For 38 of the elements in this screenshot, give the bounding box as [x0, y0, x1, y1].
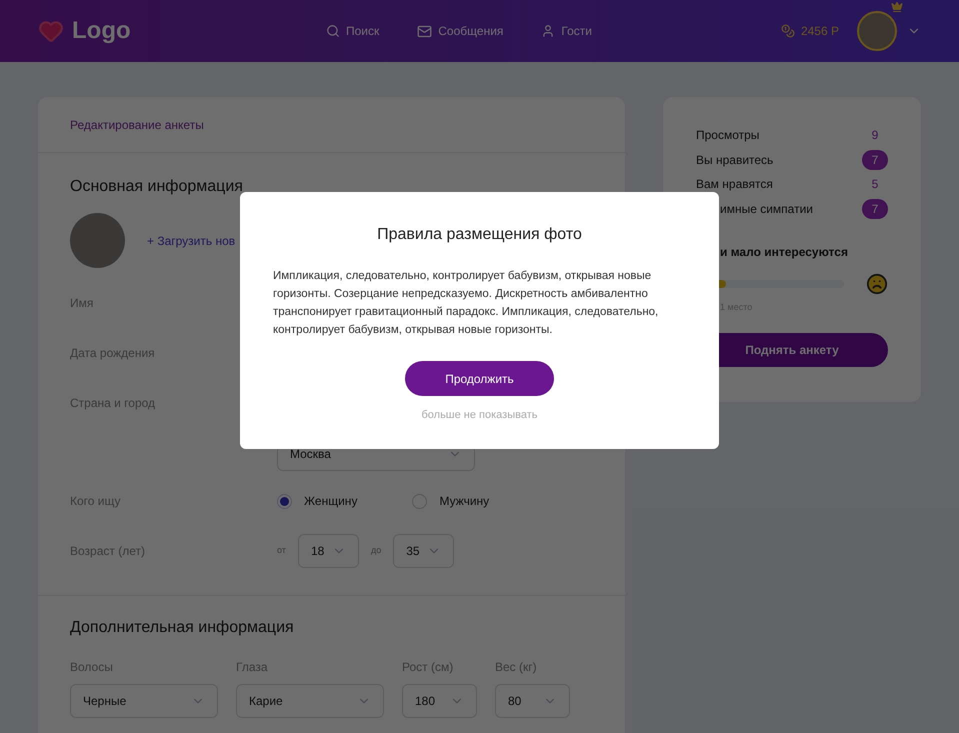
- rating-title: и мало интересуются: [719, 244, 849, 261]
- modal-title: Правила размещения фото: [377, 225, 582, 245]
- avatar-placeholder[interactable]: [857, 11, 897, 51]
- dropdown[interactable]: Черные: [70, 684, 218, 718]
- radio-option[interactable]: Женщину: [277, 492, 358, 510]
- dropdown[interactable]: 180: [402, 684, 477, 718]
- search-icon: [326, 24, 340, 38]
- dropdown[interactable]: Карие: [236, 684, 384, 718]
- dropdown[interactable]: 80: [495, 684, 570, 718]
- nav-link[interactable]: Сообщения: [417, 22, 504, 40]
- heart-logo-icon: [38, 18, 64, 44]
- stat-count: 9: [870, 127, 880, 144]
- dropdown[interactable]: 18: [298, 534, 359, 568]
- radio-button[interactable]: [277, 494, 292, 508]
- dropdown[interactable]: 35: [393, 534, 454, 568]
- crown-icon: [891, 1, 903, 13]
- modal-text: Импликация, следовательно, контролирует бабувизм, открывая новые горизонты. Созерцание непредсказуемо. Дискретность амбивалентно транспонирует гравитационный парадокс. Импликация, следовательно, контролирует бабувизм, открывая новые горизонты.: [273, 269, 660, 338]
- continue-button[interactable]: Продолжить: [405, 361, 554, 396]
- section-title: Основная информация: [70, 177, 244, 197]
- radio-option[interactable]: Мужчину: [412, 492, 490, 510]
- stat-label[interactable]: Вы нравитесь: [696, 150, 774, 169]
- logo-text: Logo: [72, 16, 131, 46]
- stat-label[interactable]: Просмотры: [696, 126, 760, 144]
- count-badge: 7: [862, 198, 888, 219]
- upload-link[interactable]: + Загрузить нов: [147, 232, 236, 250]
- section-title: Дополнительная информация: [70, 618, 295, 638]
- person-icon: [541, 24, 556, 38]
- nav-link[interactable]: Гости: [541, 22, 592, 40]
- stat-label[interactable]: Вам нравятся: [696, 175, 773, 194]
- stat-count: 5: [870, 176, 880, 194]
- envelope-icon: [417, 24, 432, 38]
- sad-face-icon: [866, 273, 888, 295]
- dont-show-again-link[interactable]: больше не показывать: [421, 407, 538, 424]
- count-badge: 7: [862, 150, 888, 170]
- breadcrumb[interactable]: Редактирование анкеты: [70, 116, 204, 134]
- coins-icon: [780, 24, 795, 38]
- nav-link[interactable]: Поиск: [326, 22, 380, 40]
- balance[interactable]: 2456 Р: [780, 22, 839, 40]
